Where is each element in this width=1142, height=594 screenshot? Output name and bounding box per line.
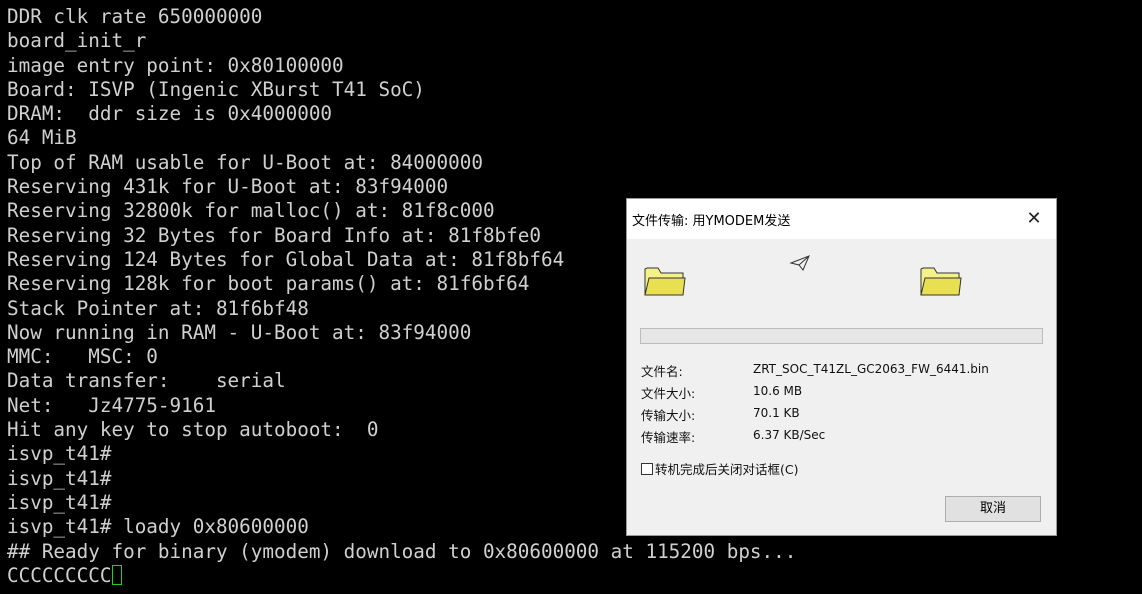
terminal-line: Top of RAM usable for U-Boot at: 8400000… xyxy=(7,150,483,174)
close-on-complete-row[interactable]: 转机完成后关闭对话框(C) xyxy=(641,459,798,478)
terminal-line: image entry point: 0x80100000 xyxy=(7,53,344,77)
source-folder-icon xyxy=(644,267,686,296)
terminal-line: Reserving 431k for U-Boot at: 83f94000 xyxy=(7,175,449,199)
close-icon[interactable]: ✕ xyxy=(1020,205,1048,233)
terminal-line: ## Ready for binary (ymodem) download to… xyxy=(7,539,797,563)
destination-folder-icon xyxy=(920,267,962,296)
close-on-complete-checkbox[interactable] xyxy=(641,462,653,475)
terminal-line: Board: ISVP (Ingenic XBurst T41 SoC) xyxy=(7,77,425,101)
transfer-progress-bar xyxy=(640,328,1043,344)
terminal-cursor xyxy=(112,564,123,585)
terminal-line: DRAM: ddr size is 0x4000000 xyxy=(7,102,333,126)
rate-label: 传输速率: xyxy=(641,430,696,445)
rate-value: 6.37 KB/Sec xyxy=(753,428,826,442)
terminal-line: DDR clk rate 650000000 xyxy=(7,5,263,28)
dialog-titlebar[interactable]: 文件传输: 用YMODEM发送 ✕ xyxy=(627,199,1056,239)
paper-airplane-icon xyxy=(789,255,810,271)
ymodem-transfer-dialog: 文件传输: 用YMODEM发送 ✕ 文件名: ZRT_SOC_T41ZL_GC2… xyxy=(626,198,1057,536)
terminal-line: board_init_r xyxy=(7,29,147,53)
transferred-label: 传输大小: xyxy=(641,408,696,423)
terminal-line: CCCCCCCCC xyxy=(7,564,796,588)
filename-label: 文件名: xyxy=(641,364,683,379)
terminal-line: 64 MiB xyxy=(7,126,77,150)
transferred-value: 70.1 KB xyxy=(753,406,800,420)
close-on-complete-label: 转机完成后关闭对话框(C) xyxy=(655,462,799,477)
cancel-button[interactable]: 取消 xyxy=(945,496,1041,522)
filesize-value: 10.6 MB xyxy=(753,384,803,398)
dialog-title: 文件传输: 用YMODEM发送 xyxy=(632,214,791,229)
filename-value: ZRT_SOC_T41ZL_GC2063_FW_6441.bin xyxy=(753,362,989,376)
filesize-label: 文件大小: xyxy=(641,386,696,401)
